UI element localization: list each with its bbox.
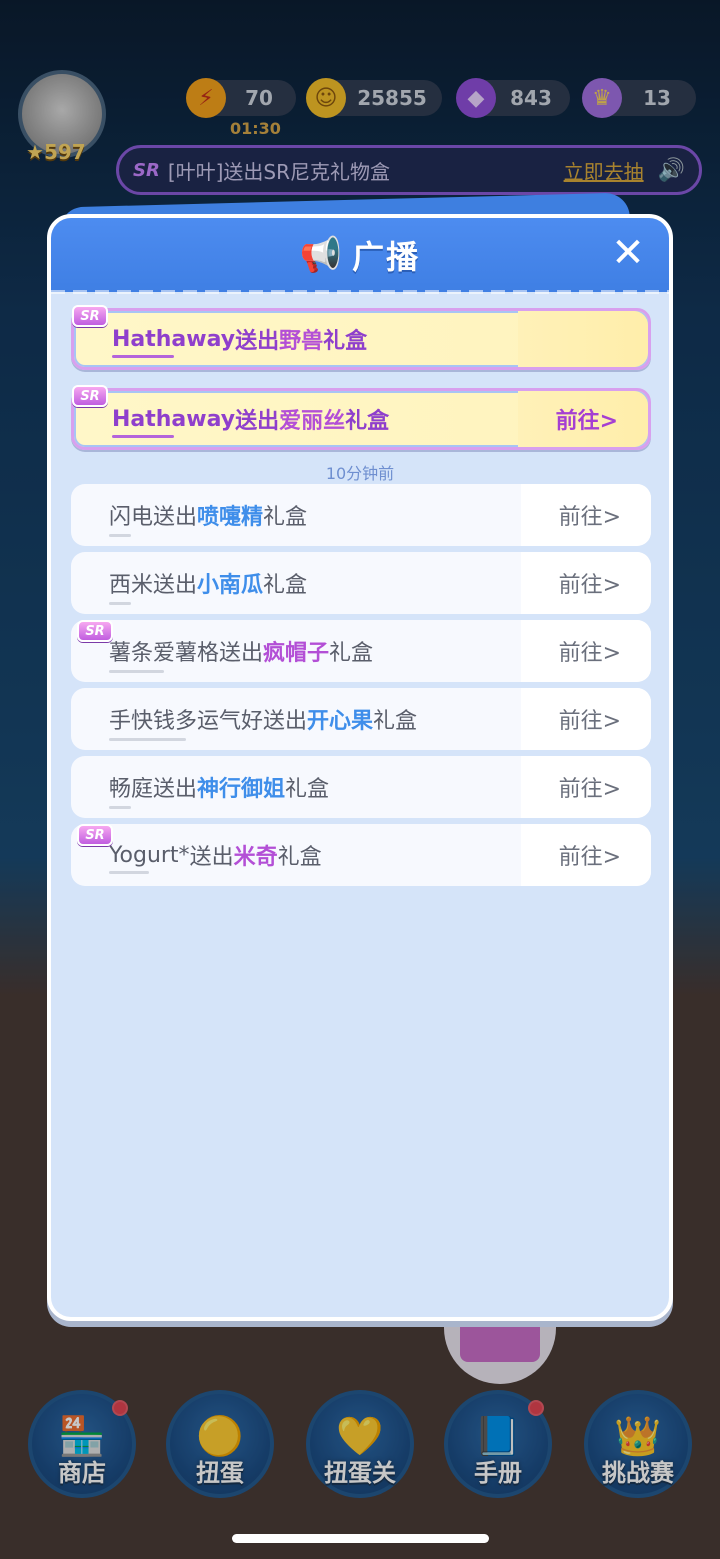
- gift-name: 开心果: [307, 709, 374, 734]
- gift-name: 喷嚏精: [197, 505, 264, 530]
- broadcast-item[interactable]: SR 薯条爱薯格 送出 疯帽子 礼盒 前往>: [71, 620, 651, 682]
- modal-title: 广播: [352, 238, 421, 276]
- action-text: 送出: [153, 505, 198, 530]
- item-right-panel: [518, 311, 648, 367]
- gift-suffix: 礼盒: [329, 641, 374, 666]
- goto-link[interactable]: 前往>: [556, 391, 618, 447]
- sender-name: 闪电: [109, 499, 153, 537]
- goto-link[interactable]: 前往>: [559, 824, 621, 886]
- gift-suffix: 礼盒: [277, 845, 322, 870]
- broadcast-item[interactable]: 西米 送出 小南瓜 礼盒 前往>: [71, 552, 651, 614]
- sender-name: 薯条爱薯格: [109, 635, 219, 673]
- gift-suffix: 礼盒: [345, 409, 390, 434]
- gift-name: 米奇: [233, 845, 278, 870]
- gift-name: 神行御姐: [197, 777, 286, 802]
- broadcast-item[interactable]: SR Yogurt* 送出 米奇 礼盒 前往>: [71, 824, 651, 886]
- goto-link[interactable]: 前往>: [559, 688, 621, 750]
- action-text: 送出: [153, 777, 198, 802]
- home-indicator[interactable]: [232, 1534, 489, 1543]
- gift-name: 野兽: [279, 329, 324, 354]
- sender-name: Hathaway: [112, 326, 236, 358]
- gift-suffix: 礼盒: [323, 329, 368, 354]
- goto-link[interactable]: 前往>: [559, 552, 621, 614]
- gift-suffix: 礼盒: [285, 777, 330, 802]
- gift-suffix: 礼盒: [263, 505, 308, 530]
- sender-name: 手快钱多运气好: [109, 703, 263, 741]
- broadcast-item[interactable]: SR Hathaway 送出 爱丽丝 礼盒 前往>: [71, 385, 651, 450]
- time-label: 10分钟前: [325, 464, 395, 483]
- goto-link[interactable]: 前往>: [559, 620, 621, 682]
- modal-header: 📢 广播 ✕: [51, 218, 669, 294]
- gift-name: 爱丽丝: [279, 409, 346, 434]
- gift-suffix: 礼盒: [373, 709, 418, 734]
- action-text: 送出: [235, 329, 280, 354]
- goto-link[interactable]: 前往>: [559, 756, 621, 818]
- gift-name: 疯帽子: [263, 641, 330, 666]
- sr-badge: SR: [77, 620, 113, 642]
- sender-name: Hathaway: [112, 406, 236, 438]
- broadcast-item[interactable]: 闪电 送出 喷嚏精 礼盒 前往>: [71, 484, 651, 546]
- broadcast-item[interactable]: 手快钱多运气好 送出 开心果 礼盒 前往>: [71, 688, 651, 750]
- broadcast-modal: 📢 广播 ✕ SR Hathaway 送出 野兽 礼盒 SR Hathaway …: [47, 214, 673, 1321]
- sender-name: 畅庭: [109, 771, 153, 809]
- sr-badge: SR: [77, 824, 113, 846]
- action-text: 送出: [235, 409, 280, 434]
- close-icon[interactable]: ✕: [607, 232, 649, 274]
- sender-name: Yogurt*: [109, 842, 190, 874]
- gift-name: 小南瓜: [197, 573, 264, 598]
- broadcast-item[interactable]: SR Hathaway 送出 野兽 礼盒: [71, 305, 651, 370]
- sender-name: 西米: [109, 567, 153, 605]
- action-text: 送出: [263, 709, 308, 734]
- action-text: 送出: [219, 641, 264, 666]
- goto-link[interactable]: 前往>: [559, 484, 621, 546]
- broadcast-item[interactable]: 畅庭 送出 神行御姐 礼盒 前往>: [71, 756, 651, 818]
- megaphone-icon: 📢: [299, 235, 343, 275]
- gift-suffix: 礼盒: [263, 573, 308, 598]
- sr-badge: SR: [72, 385, 108, 407]
- sr-badge: SR: [72, 305, 108, 327]
- action-text: 送出: [189, 845, 234, 870]
- action-text: 送出: [153, 573, 198, 598]
